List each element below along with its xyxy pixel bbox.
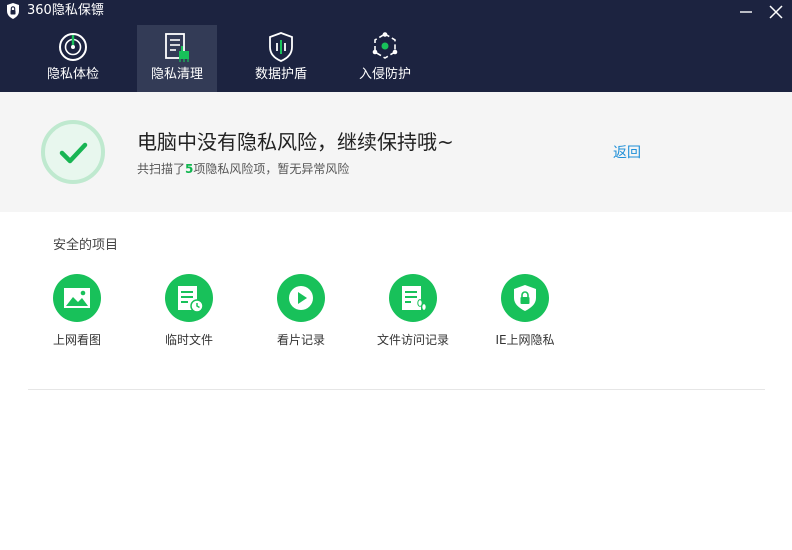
- file-footprint-icon: [389, 274, 437, 322]
- tab-data-shield[interactable]: 数据护盾: [241, 25, 321, 92]
- network-guard-icon: [372, 32, 398, 59]
- shield-lock-icon: [501, 274, 549, 322]
- safe-item-video-history[interactable]: 看片记录: [251, 274, 351, 354]
- item-label: IE上网隐私: [495, 333, 555, 347]
- title-bar: 360隐私保镖: [0, 0, 792, 24]
- item-label: 临时文件: [164, 333, 213, 347]
- clean-document-icon: [165, 33, 189, 62]
- safe-item-temp-files[interactable]: 临时文件: [139, 274, 239, 354]
- tab-intrusion-protection[interactable]: 入侵防护: [345, 25, 425, 92]
- tab-label: 隐私清理: [150, 67, 203, 82]
- close-icon[interactable]: [764, 2, 788, 22]
- tab-privacy-clean[interactable]: 隐私清理: [137, 25, 217, 92]
- image-icon: [53, 274, 101, 322]
- shield-icon: [269, 32, 293, 62]
- safe-item-ie-privacy[interactable]: IE上网隐私: [475, 274, 575, 354]
- minimize-icon[interactable]: [734, 2, 758, 22]
- summary-suffix: 项隐私风险项，暂无异常风险: [193, 162, 350, 176]
- play-icon: [277, 274, 325, 322]
- app-title: 360隐私保镖: [27, 3, 104, 18]
- back-link[interactable]: 返回: [613, 144, 641, 162]
- tab-privacy-checkup[interactable]: 隐私体检: [33, 25, 113, 92]
- result-title: 电脑中没有隐私风险，继续保持哦~: [137, 130, 454, 154]
- tab-label: 入侵防护: [358, 67, 411, 82]
- radar-icon: [59, 33, 87, 61]
- item-label: 文件访问记录: [376, 333, 449, 347]
- safe-item-file-access-history[interactable]: 文件访问记录: [363, 274, 463, 354]
- summary-prefix: 共扫描了: [137, 162, 186, 176]
- app-logo-icon: [7, 3, 19, 19]
- tab-label: 隐私体检: [46, 67, 99, 82]
- top-header: 360隐私保镖 隐私体检 隐私清理 数据护盾 入侵防护: [0, 0, 792, 92]
- scan-result-panel: 电脑中没有隐私风险，继续保持哦~ 共扫描了5项隐私风险项，暂无异常风险 返回: [0, 92, 792, 212]
- temp-file-icon: [165, 274, 213, 322]
- success-check-icon: [41, 120, 105, 184]
- item-label: 看片记录: [276, 333, 325, 347]
- tab-label: 数据护盾: [254, 67, 307, 82]
- result-summary: 共扫描了5项隐私风险项，暂无异常风险: [137, 161, 349, 177]
- safe-section-title: 安全的项目: [53, 238, 119, 253]
- item-label: 上网看图: [52, 333, 101, 347]
- safe-item-web-images[interactable]: 上网看图: [27, 274, 127, 354]
- section-divider: [28, 389, 765, 390]
